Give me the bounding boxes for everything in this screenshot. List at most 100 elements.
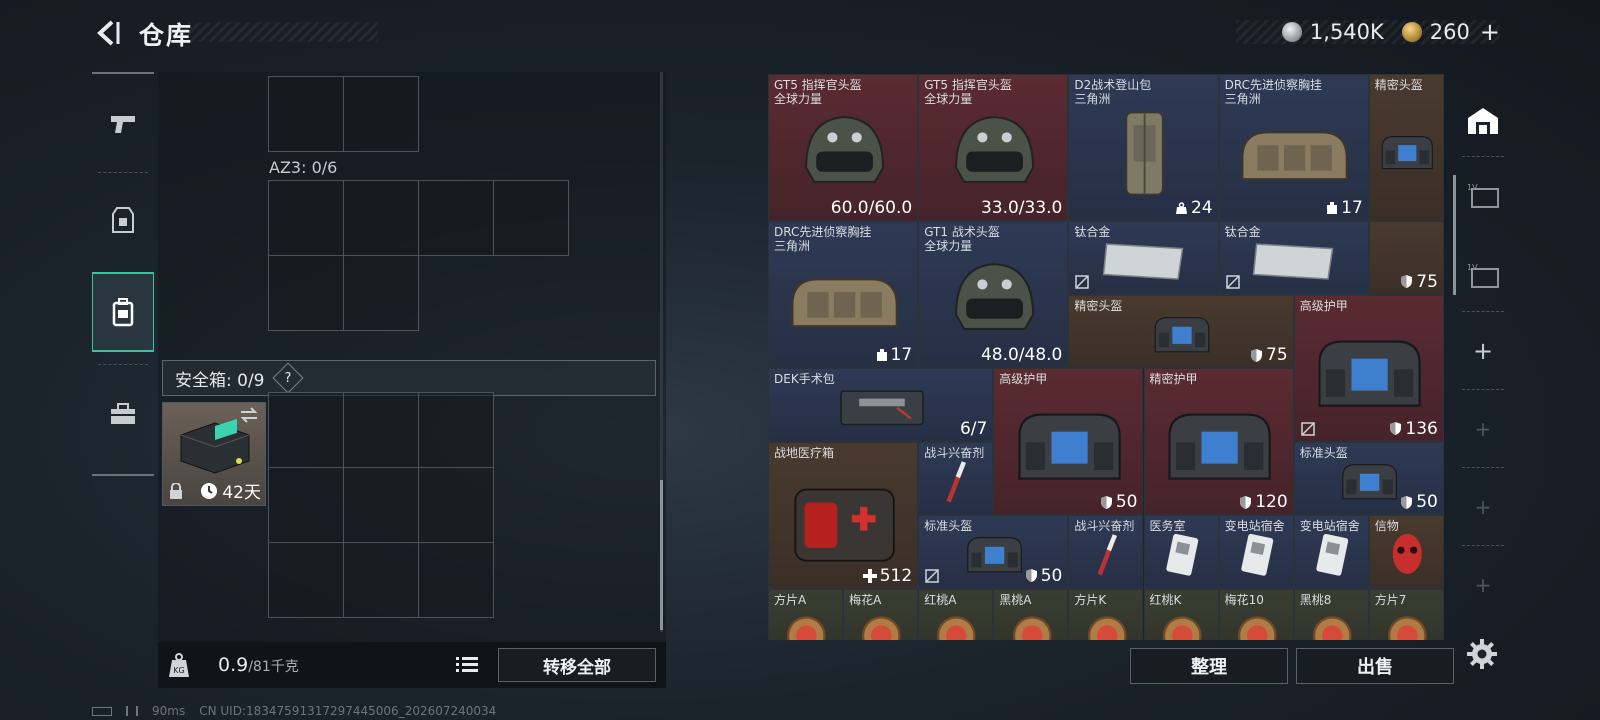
grid-slot[interactable] — [343, 180, 419, 256]
warehouse-tab-main[interactable] — [1458, 96, 1508, 146]
item-name: 标准头盔 — [1299, 445, 1348, 460]
card-icon — [1378, 606, 1437, 640]
unbound-lock-icon — [1075, 274, 1090, 289]
inventory-item[interactable]: 黑桃8 — [1293, 588, 1369, 640]
inventory-item[interactable]: 钛合金 — [1068, 221, 1219, 295]
item-name: GT1 战术头盔 全球力量 — [924, 225, 1000, 253]
durability-shield-icon — [1390, 422, 1402, 435]
inventory-item[interactable]: 变电站宿舍 — [1293, 515, 1369, 589]
weapon-category-button[interactable] — [92, 84, 154, 164]
item-name: DRC先进侦察胸挂 三角洲 — [1224, 78, 1322, 106]
inventory-item[interactable]: DRC先进侦察胸挂 三角洲 17 — [1218, 74, 1369, 221]
grid-slot[interactable] — [343, 255, 419, 331]
grid-slot[interactable] — [268, 392, 344, 468]
armor-vest-icon — [112, 207, 134, 233]
grid-slot[interactable] — [418, 542, 494, 618]
inventory-item[interactable]: 钛合金 — [1218, 221, 1369, 295]
inventory-item[interactable]: 方片A — [768, 588, 844, 640]
inventory-item[interactable]: D2战术登山包 三角洲 24 — [1068, 74, 1219, 221]
pistol-icon — [111, 116, 135, 133]
list-view-button[interactable] — [452, 650, 482, 680]
inventory-item[interactable]: 信物 — [1368, 515, 1444, 589]
add-currency-button[interactable]: + — [1480, 18, 1500, 46]
inventory-item[interactable]: 高级护甲 50 — [993, 368, 1144, 515]
help-icon: ? — [284, 370, 291, 386]
inventory-item[interactable]: 75 — [1368, 221, 1444, 295]
armor-icon — [1378, 107, 1437, 202]
sell-button[interactable]: 出售 — [1296, 648, 1454, 684]
inventory-item[interactable]: 战斗兴奋剂 — [918, 441, 994, 515]
grid-slot[interactable] — [343, 392, 419, 468]
grid-slot[interactable] — [268, 467, 344, 543]
safe-box-duration: 42天 — [200, 478, 261, 503]
locked-warehouse-slot[interactable]: + — [1458, 404, 1508, 454]
locked-warehouse-slot[interactable]: + — [1458, 482, 1508, 532]
armor-category-button[interactable] — [92, 180, 154, 260]
ping-readout: 90ms — [152, 704, 186, 718]
item-name: DEK手术包 — [774, 372, 835, 386]
inventory-item[interactable]: 方片7 — [1368, 588, 1444, 640]
help-button[interactable]: ? — [271, 362, 304, 394]
grid-slot[interactable] — [343, 76, 419, 152]
transfer-all-button[interactable]: 转移全部 — [498, 648, 656, 682]
inventory-item[interactable]: 标准头盔 50 — [1293, 441, 1444, 515]
left-scrollbar-thumb[interactable] — [660, 480, 663, 630]
inventory-item[interactable]: 精密头盔 75 — [1068, 294, 1294, 368]
durability-shield-icon — [1240, 495, 1252, 509]
inventory-item[interactable]: 梅花10 — [1218, 588, 1294, 640]
warehouse-tab-1[interactable]: 1V — [1458, 170, 1508, 220]
grid-slot[interactable] — [268, 255, 344, 331]
grid-slot[interactable] — [418, 467, 494, 543]
warehouse-tab-2[interactable]: 1V — [1458, 250, 1508, 300]
inventory-item[interactable]: 精密护甲 120 — [1143, 368, 1294, 515]
item-name: 红桃K — [1149, 592, 1182, 607]
inventory-item[interactable]: 方片K — [1068, 588, 1144, 640]
item-value: 120 — [1239, 492, 1288, 512]
storage-box-icon: 1V — [1467, 263, 1499, 288]
inventory-item[interactable]: 黑桃A — [993, 588, 1069, 640]
grid-slot[interactable] — [343, 467, 419, 543]
inventory-item[interactable]: 变电站宿舍 — [1218, 515, 1294, 589]
durability-shield-icon — [1401, 495, 1413, 509]
grid-slot[interactable] — [493, 180, 569, 256]
grid-slot[interactable] — [268, 180, 344, 256]
inventory-item[interactable]: GT5 指挥官头盔 全球力量 33.0/33.0 — [918, 74, 1069, 221]
add-warehouse-button[interactable]: + — [1458, 326, 1508, 376]
inventory-item[interactable]: 医务室 — [1143, 515, 1219, 589]
inventory-scrollbar-thumb[interactable] — [1453, 175, 1456, 295]
item-name: 方片7 — [1374, 592, 1407, 607]
inventory-item[interactable]: GT5 指挥官头盔 全球力量 60.0/60.0 — [768, 74, 919, 221]
grid-slot[interactable] — [268, 542, 344, 618]
inventory-item[interactable]: 精密头盔 — [1368, 74, 1444, 221]
inventory-item[interactable]: 梅花A — [843, 588, 919, 640]
backpack-category-button[interactable] — [92, 272, 154, 352]
inventory-item[interactable]: 战斗兴奋剂 — [1068, 515, 1144, 589]
syringe-icon — [1078, 532, 1137, 582]
inventory-item[interactable]: 高级护甲 136 — [1293, 294, 1444, 442]
grid-slot[interactable] — [418, 180, 494, 256]
sort-button[interactable]: 整理 — [1130, 648, 1288, 684]
gear-icon[interactable] — [1466, 638, 1498, 670]
weight-bar: KG 0.9/81千克 转移全部 — [158, 642, 666, 688]
inventory-item[interactable]: DEK手术包 6/7 — [768, 368, 994, 442]
inventory-item[interactable]: 战地医疗箱 512 — [768, 441, 919, 589]
inventory-item[interactable]: 红桃A — [918, 588, 994, 640]
case-category-button[interactable] — [92, 374, 154, 454]
durability-shield-icon — [1251, 348, 1263, 362]
safe-box-item[interactable]: 42天 — [162, 402, 266, 506]
safe-box-icon — [180, 418, 250, 474]
item-faction: 三角洲 — [1074, 92, 1111, 106]
item-name: 信物 — [1374, 519, 1399, 533]
inventory-grid: GT5 指挥官头盔 全球力量 60.0/60.0 GT5 指挥官头盔 全球力量 33.0/… — [768, 74, 1444, 640]
inventory-item[interactable]: 标准头盔 50 — [918, 515, 1069, 589]
grid-slot[interactable] — [268, 76, 344, 152]
inventory-item[interactable]: DRC先进侦察胸挂 三角洲 17 — [768, 221, 919, 368]
locked-warehouse-slot[interactable]: + — [1458, 560, 1508, 610]
back-arrow-icon[interactable] — [92, 18, 122, 48]
grid-slot[interactable] — [343, 542, 419, 618]
container-capacity-label: AZ3: 0/6 — [269, 158, 338, 177]
grid-slot[interactable] — [418, 392, 494, 468]
inventory-item[interactable]: 红桃K — [1143, 588, 1219, 640]
svg-text:1V: 1V — [1467, 183, 1478, 192]
inventory-item[interactable]: GT1 战术头盔 全球力量 48.0/48.0 — [918, 221, 1069, 368]
